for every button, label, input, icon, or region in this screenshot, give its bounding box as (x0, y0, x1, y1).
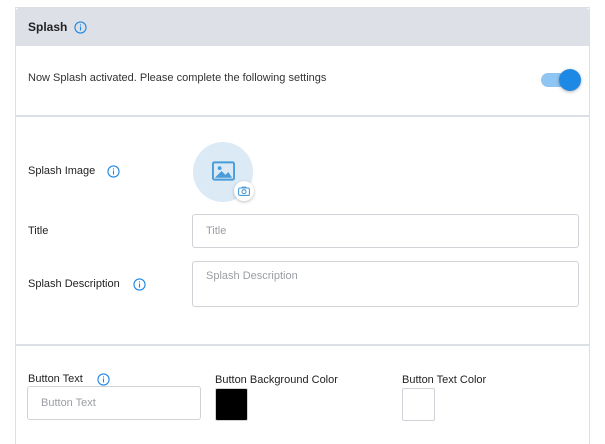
button-bg-color-picker[interactable] (215, 388, 248, 421)
splash-description-label: Splash Description (28, 278, 120, 290)
image-icon (212, 161, 235, 181)
title-input[interactable] (192, 214, 579, 248)
info-icon[interactable] (97, 373, 110, 386)
splash-image-label: Splash Image (28, 165, 96, 177)
panel-header: Splash (16, 8, 589, 46)
panel-title: Splash (28, 20, 68, 34)
splash-panel: Splash Now Splash activated. Please comp… (15, 7, 590, 444)
divider (16, 115, 589, 117)
button-bg-color-label: Button Background Color (215, 374, 338, 386)
camera-upload-button[interactable] (234, 181, 254, 201)
splash-description-input[interactable] (192, 261, 579, 307)
button-text-color-picker[interactable] (402, 388, 435, 421)
info-icon[interactable] (107, 165, 120, 178)
info-icon[interactable] (74, 21, 87, 34)
title-label: Title (28, 225, 49, 237)
camera-icon (238, 186, 250, 196)
toggle-knob (559, 69, 581, 91)
splash-toggle[interactable] (539, 69, 581, 91)
button-text-input[interactable] (27, 386, 201, 420)
activation-message: Now Splash activated. Please complete th… (28, 72, 327, 84)
divider (16, 344, 589, 346)
button-text-color-label: Button Text Color (402, 374, 487, 386)
button-text-label: Button Text (28, 373, 83, 385)
info-icon[interactable] (133, 278, 146, 291)
